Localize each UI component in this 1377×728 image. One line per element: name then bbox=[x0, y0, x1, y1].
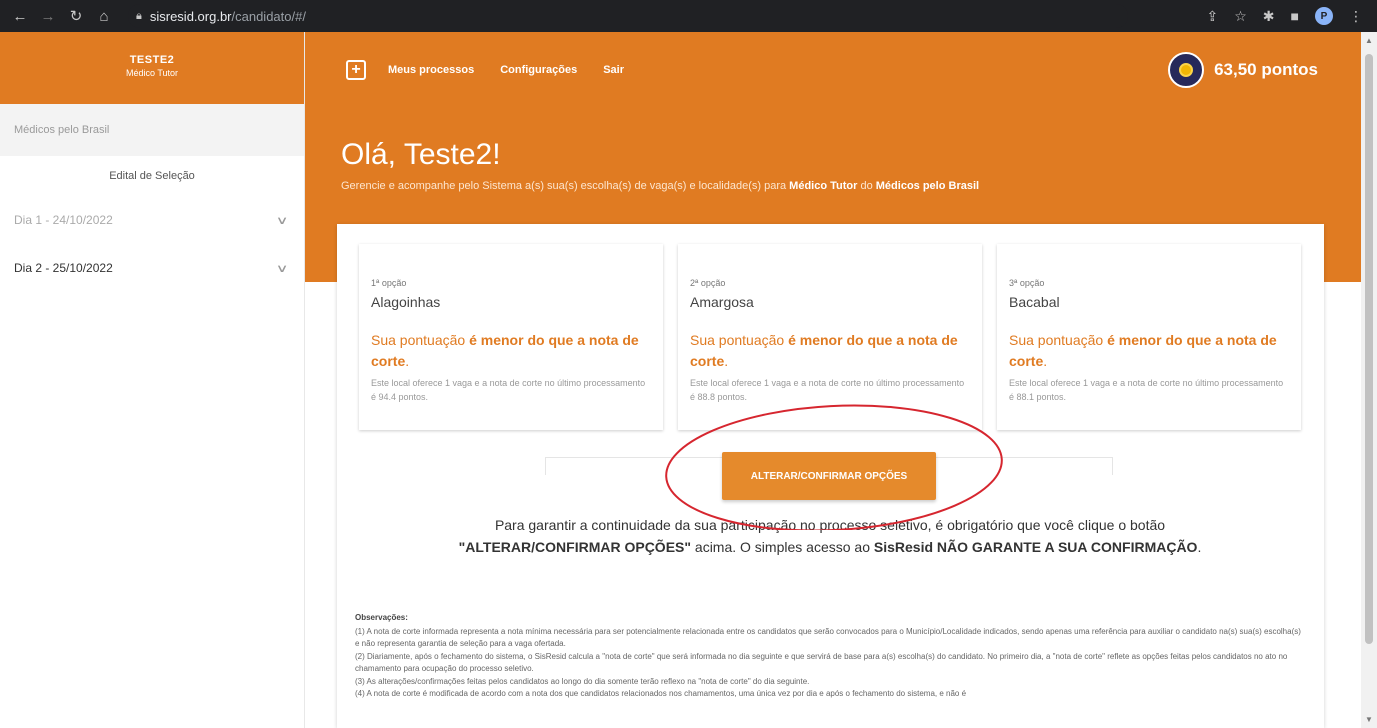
options-card: 1ª opção Alagoinhas Sua pontuação é meno… bbox=[337, 224, 1324, 728]
back-arrow-icon[interactable]: ← bbox=[6, 8, 34, 25]
option-city: Alagoinhas bbox=[371, 294, 441, 310]
user-role: Médico Tutor bbox=[125, 68, 179, 78]
edital-link[interactable]: Edital de Seleção bbox=[0, 156, 304, 196]
sidebar-program[interactable]: Médicos pelo Brasil bbox=[0, 104, 304, 156]
observations: Observações: (1) A nota de corte informa… bbox=[355, 612, 1305, 701]
url-host: sisresid.org.br bbox=[149, 8, 232, 24]
option-city: Bacabal bbox=[1009, 294, 1060, 310]
forward-arrow-icon[interactable]: → bbox=[34, 8, 62, 25]
option-status: Sua pontuação é menor do que a nota de c… bbox=[371, 332, 639, 369]
option-status: Sua pontuação é menor do que a nota de c… bbox=[1009, 332, 1277, 369]
reload-icon[interactable]: ↻ bbox=[62, 7, 90, 25]
bookmark-star-icon[interactable]: ☆ bbox=[1234, 8, 1247, 25]
confirmation-notice: Para garantir a continuidade da sua part… bbox=[458, 517, 1202, 555]
scroll-up-arrow-icon[interactable]: ▲ bbox=[1365, 36, 1373, 45]
observation-item: (3) As alterações/confirmações feitas pe… bbox=[355, 676, 810, 686]
role-name: Médico Tutor bbox=[789, 180, 858, 192]
day-label: Dia 1 - 24/10/2022 bbox=[14, 213, 113, 227]
sidebar: TESTE2 Médico Tutor Médicos pelo Brasil … bbox=[0, 32, 305, 728]
scrollbar-thumb[interactable] bbox=[1365, 54, 1373, 644]
sidebar-user-header: TESTE2 Médico Tutor bbox=[0, 32, 304, 104]
hero-subtitle: Gerencie e acompanhe pelo Sistema a(s) s… bbox=[341, 180, 980, 192]
option-card-3: 3ª opção Bacabal Sua pontuação é menor d… bbox=[997, 244, 1301, 430]
scroll-down-arrow-icon[interactable]: ▼ bbox=[1365, 715, 1373, 724]
menu-meus-processos[interactable]: Meus processos bbox=[388, 64, 474, 76]
option-card-1: 1ª opção Alagoinhas Sua pontuação é meno… bbox=[359, 244, 663, 430]
option-label: 2ª opção bbox=[690, 278, 726, 288]
profile-avatar-icon[interactable]: P bbox=[1315, 7, 1333, 25]
points-badge: 63,50 pontos bbox=[1168, 52, 1318, 88]
day-label: Dia 2 - 25/10/2022 bbox=[14, 261, 113, 275]
sidebar-day-1[interactable]: Dia 1 - 24/10/2022 ∨ bbox=[0, 196, 304, 244]
browser-toolbar: ← → ↻ ⌂ 🔒︎ sisresid.org.br/candidato/#/ … bbox=[0, 0, 1377, 32]
extensions-puzzle-icon[interactable]: ✱ bbox=[1263, 8, 1275, 25]
address-bar[interactable]: 🔒︎ sisresid.org.br/candidato/#/ bbox=[128, 4, 1128, 28]
option-detail: Este local oferece 1 vaga e a nota de co… bbox=[371, 378, 646, 402]
share-icon[interactable]: ⇪ bbox=[1207, 8, 1219, 25]
plus-square-icon[interactable]: + bbox=[346, 60, 366, 80]
observation-item: (1) A nota de corte informada representa… bbox=[355, 626, 1301, 649]
top-navbar: + Meus processos Configurações Sair 63,5… bbox=[305, 32, 1361, 108]
lock-icon: 🔒︎ bbox=[136, 9, 142, 22]
side-panel-icon[interactable]: ■ bbox=[1291, 8, 1299, 24]
option-status: Sua pontuação é menor do que a nota de c… bbox=[690, 332, 958, 369]
option-detail: Este local oferece 1 vaga e a nota de co… bbox=[690, 378, 965, 402]
chevron-down-icon: ∨ bbox=[275, 214, 289, 227]
user-name: TESTE2 bbox=[129, 54, 175, 66]
alterar-confirmar-button[interactable]: ALTERAR/CONFIRMAR OPÇÕES bbox=[722, 452, 936, 500]
page-scrollbar[interactable]: ▲ ▼ bbox=[1361, 32, 1377, 728]
url-path: /candidato/#/ bbox=[231, 8, 306, 24]
option-city: Amargosa bbox=[690, 294, 754, 310]
program-name: Médicos pelo Brasil bbox=[875, 180, 980, 192]
home-icon[interactable]: ⌂ bbox=[90, 8, 118, 25]
sidebar-day-2[interactable]: Dia 2 - 25/10/2022 ∨ bbox=[0, 244, 304, 292]
kebab-menu-icon[interactable]: ⋮ bbox=[1349, 8, 1363, 25]
option-detail: Este local oferece 1 vaga e a nota de co… bbox=[1009, 378, 1284, 402]
chevron-down-icon: ∨ bbox=[275, 262, 289, 275]
menu-configuracoes[interactable]: Configurações bbox=[500, 64, 577, 76]
observations-title: Observações: bbox=[355, 613, 408, 622]
option-label: 3ª opção bbox=[1009, 278, 1045, 288]
medal-icon bbox=[1168, 52, 1205, 88]
option-label: 1ª opção bbox=[371, 278, 407, 288]
observation-item: (4) A nota de corte é modificada de acor… bbox=[355, 689, 967, 698]
option-card-2: 2ª opção Amargosa Sua pontuação é menor … bbox=[678, 244, 982, 430]
observation-item: (2) Diariamente, após o fechamento do si… bbox=[355, 651, 1288, 674]
greeting-title: Olá, Teste2! bbox=[341, 138, 501, 171]
menu-sair[interactable]: Sair bbox=[603, 64, 624, 76]
points-value: 63,50 pontos bbox=[1214, 60, 1318, 79]
